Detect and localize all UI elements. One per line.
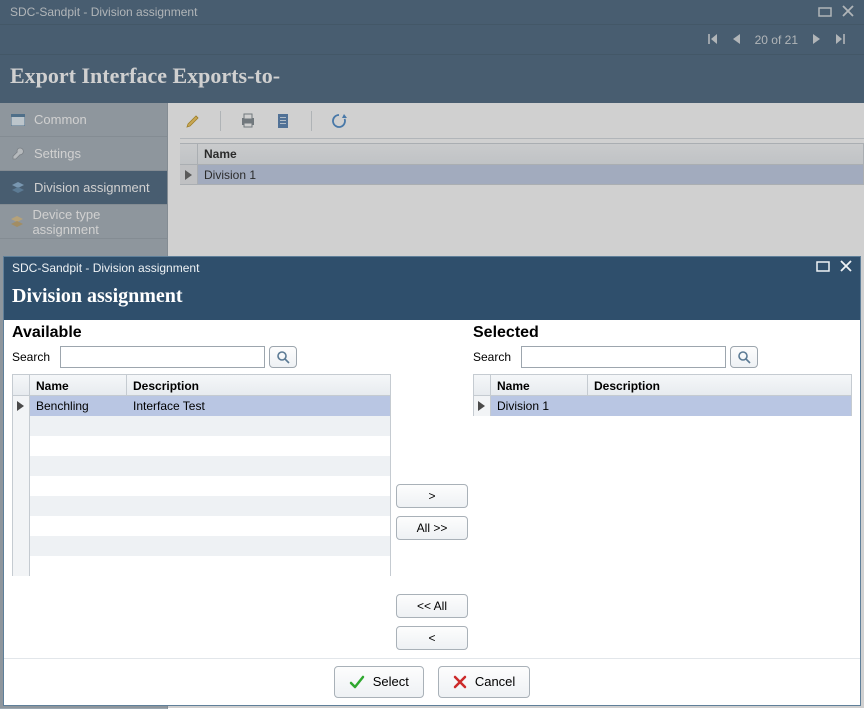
- selected-pane: Selected Search Name Description: [473, 324, 852, 658]
- available-title: Available: [12, 324, 391, 342]
- magnifier-icon: [276, 350, 290, 364]
- col-name: Name: [491, 375, 588, 395]
- cancel-button-label: Cancel: [475, 674, 515, 689]
- check-icon: [349, 674, 365, 690]
- available-search-label: Search: [12, 350, 50, 364]
- available-list-header: Name Description: [12, 374, 391, 396]
- available-cell-desc: Interface Test: [127, 399, 390, 413]
- x-icon: [453, 675, 467, 689]
- row-indicator-icon: [474, 396, 491, 416]
- transfer-buttons: > All >> << All <: [391, 324, 473, 658]
- list-row: [13, 516, 390, 536]
- list-row: [13, 476, 390, 496]
- selected-title: Selected: [473, 324, 852, 342]
- dialog-titlebar: SDC-Sandpit - Division assignment: [4, 257, 860, 279]
- cancel-button[interactable]: Cancel: [438, 666, 530, 698]
- selected-cell-name: Division 1: [491, 399, 588, 413]
- row-indicator-icon: [13, 396, 30, 416]
- selected-list-header: Name Description: [473, 374, 852, 396]
- available-list-body: Benchling Interface Test: [12, 396, 391, 576]
- select-button-label: Select: [373, 674, 409, 689]
- dialog-footer: Select Cancel: [4, 658, 860, 705]
- move-all-right-button[interactable]: All >>: [396, 516, 468, 540]
- selected-row[interactable]: Division 1: [474, 396, 851, 416]
- available-row[interactable]: Benchling Interface Test: [13, 396, 390, 416]
- col-description: Description: [127, 375, 390, 395]
- selected-list-body: Division 1: [473, 396, 852, 416]
- move-all-left-button[interactable]: << All: [396, 594, 468, 618]
- list-row: [13, 496, 390, 516]
- division-assignment-dialog: SDC-Sandpit - Division assignment Divisi…: [3, 256, 861, 706]
- available-pane: Available Search Name Description: [12, 324, 391, 658]
- list-row: [13, 556, 390, 576]
- move-left-button[interactable]: <: [396, 626, 468, 650]
- available-search-input[interactable]: [60, 346, 265, 368]
- dialog-maximize-icon[interactable]: [816, 260, 830, 275]
- list-row: [13, 416, 390, 436]
- available-cell-name: Benchling: [30, 399, 127, 413]
- dialog-heading: Division assignment: [4, 279, 860, 320]
- magnifier-icon: [737, 350, 751, 364]
- selected-search-button[interactable]: [730, 346, 758, 368]
- selected-search-label: Search: [473, 350, 511, 364]
- available-search-button[interactable]: [269, 346, 297, 368]
- select-button[interactable]: Select: [334, 666, 424, 698]
- dialog-close-icon[interactable]: [840, 260, 852, 275]
- selected-search-input[interactable]: [521, 346, 726, 368]
- dialog-title: SDC-Sandpit - Division assignment: [12, 261, 199, 275]
- col-name: Name: [30, 375, 127, 395]
- list-row: [13, 536, 390, 556]
- move-right-button[interactable]: >: [396, 484, 468, 508]
- col-description: Description: [588, 375, 851, 395]
- list-row: [13, 456, 390, 476]
- list-row: [13, 436, 390, 456]
